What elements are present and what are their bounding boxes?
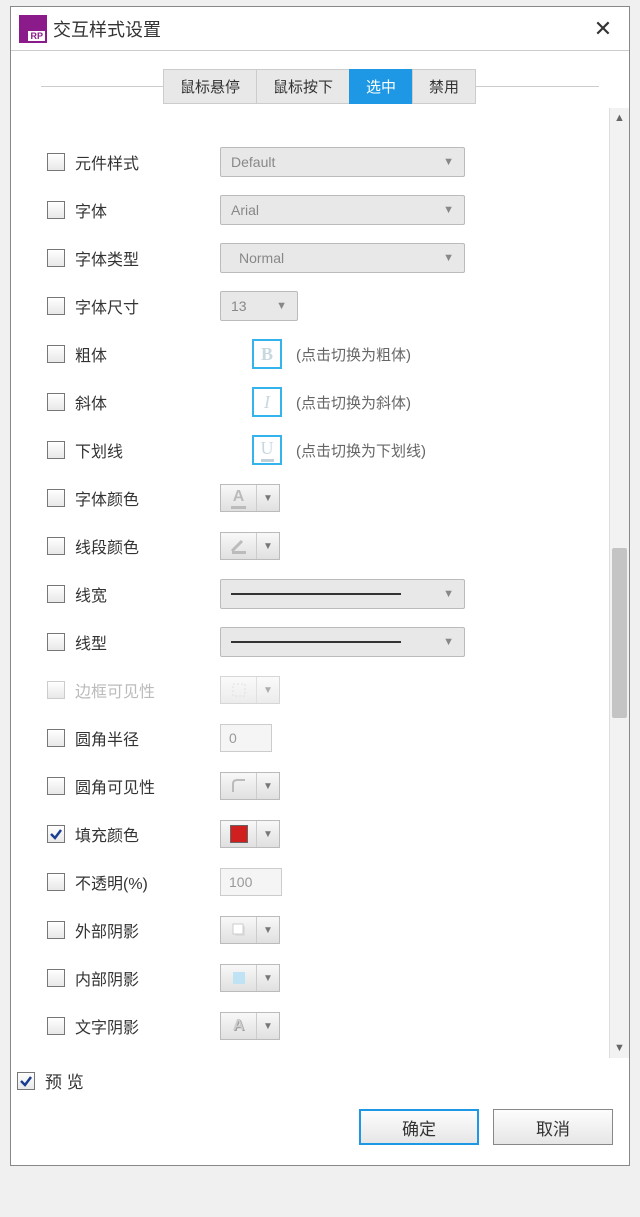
properties-pane: 元件样式 Default▼ 字体 Arial▼ 字体类型 Normal▼ 字体尺… [19, 108, 621, 1058]
picker-text-shadow[interactable]: A▼ [220, 1012, 280, 1040]
interaction-styles-dialog: RP 交互样式设置 ✕ 鼠标悬停 鼠标按下 选中 禁用 元件样式 Default… [10, 6, 630, 1166]
label-inner-shadow: 内部阴影 [75, 966, 220, 990]
toggle-underline[interactable]: U [252, 435, 282, 465]
select-font[interactable]: Arial▼ [220, 195, 465, 225]
checkbox-fill-color[interactable] [47, 825, 65, 843]
dialog-title: 交互样式设置 [53, 16, 585, 42]
checkbox-font-type[interactable] [47, 249, 65, 267]
checkbox-inner-shadow[interactable] [47, 969, 65, 987]
swatch-fill-color [230, 825, 248, 843]
picker-corner-visibility[interactable]: ▼ [220, 772, 280, 800]
hint-italic: (点击切换为斜体) [296, 392, 411, 413]
label-line-style: 线型 [75, 630, 220, 654]
toggle-italic[interactable]: I [252, 387, 282, 417]
label-font-color: 字体颜色 [75, 486, 220, 510]
picker-outer-shadow[interactable]: ▼ [220, 916, 280, 944]
checkbox-line-style[interactable] [47, 633, 65, 651]
picker-border-visibility: ▼ [220, 676, 280, 704]
label-border-visibility: 边框可见性 [75, 678, 220, 702]
label-corner-radius: 圆角半径 [75, 726, 220, 750]
checkbox-italic[interactable] [47, 393, 65, 411]
checkbox-preview[interactable] [17, 1072, 35, 1090]
label-fill-color: 填充颜色 [75, 822, 220, 846]
checkbox-opacity[interactable] [47, 873, 65, 891]
input-corner-radius[interactable]: 0 [220, 724, 272, 752]
titlebar: RP 交互样式设置 ✕ [11, 7, 629, 51]
scroll-up-button[interactable]: ▲ [610, 108, 629, 128]
select-font-size[interactable]: 13▼ [220, 291, 298, 321]
select-line-style[interactable]: ▼ [220, 627, 465, 657]
checkbox-outer-shadow[interactable] [47, 921, 65, 939]
tab-hover[interactable]: 鼠标悬停 [163, 69, 257, 104]
checkbox-underline[interactable] [47, 441, 65, 459]
label-outer-shadow: 外部阴影 [75, 918, 220, 942]
checkbox-line-width[interactable] [47, 585, 65, 603]
picker-fill-color[interactable]: ▼ [220, 820, 280, 848]
checkbox-font[interactable] [47, 201, 65, 219]
label-font-size: 字体尺寸 [75, 294, 220, 318]
select-line-width[interactable]: ▼ [220, 579, 465, 609]
scroll-thumb[interactable] [612, 548, 627, 718]
label-font-type: 字体类型 [75, 246, 220, 270]
scrollbar[interactable]: ▲ ▼ [609, 108, 629, 1058]
label-font: 字体 [75, 198, 220, 222]
tab-bar: 鼠标悬停 鼠标按下 选中 禁用 [11, 51, 629, 108]
close-button[interactable]: ✕ [585, 11, 621, 47]
checkbox-text-shadow[interactable] [47, 1017, 65, 1035]
checkbox-font-color[interactable] [47, 489, 65, 507]
picker-inner-shadow[interactable]: ▼ [220, 964, 280, 992]
select-font-type[interactable]: Normal▼ [220, 243, 465, 273]
scroll-down-button[interactable]: ▼ [610, 1038, 629, 1058]
checkbox-corner-radius[interactable] [47, 729, 65, 747]
cancel-button[interactable]: 取消 [493, 1109, 613, 1145]
picker-line-color[interactable]: ▼ [220, 532, 280, 560]
toggle-bold[interactable]: B [252, 339, 282, 369]
label-line-color: 线段颜色 [75, 534, 220, 558]
label-corner-visibility: 圆角可见性 [75, 774, 220, 798]
checkbox-corner-visibility[interactable] [47, 777, 65, 795]
hint-underline: (点击切换为下划线) [296, 440, 426, 461]
label-text-shadow: 文字阴影 [75, 1014, 220, 1038]
label-italic: 斜体 [75, 390, 220, 414]
hint-bold: (点击切换为粗体) [296, 344, 411, 365]
label-opacity: 不透明(%) [75, 870, 220, 894]
label-preview: 预 览 [45, 1068, 84, 1093]
tab-disabled[interactable]: 禁用 [412, 69, 476, 104]
checkbox-border-visibility [47, 681, 65, 699]
input-opacity[interactable]: 100 [220, 868, 282, 896]
checkbox-line-color[interactable] [47, 537, 65, 555]
checkbox-font-size[interactable] [47, 297, 65, 315]
checkbox-bold[interactable] [47, 345, 65, 363]
ok-button[interactable]: 确定 [359, 1109, 479, 1145]
label-line-width: 线宽 [75, 582, 220, 606]
label-bold: 粗体 [75, 342, 220, 366]
picker-font-color[interactable]: A▼ [220, 484, 280, 512]
app-icon: RP [19, 15, 47, 43]
checkbox-widget-style[interactable] [47, 153, 65, 171]
label-underline: 下划线 [75, 438, 220, 462]
tab-selected[interactable]: 选中 [349, 69, 413, 104]
tab-press[interactable]: 鼠标按下 [256, 69, 350, 104]
select-widget-style[interactable]: Default▼ [220, 147, 465, 177]
label-widget-style: 元件样式 [75, 150, 220, 174]
